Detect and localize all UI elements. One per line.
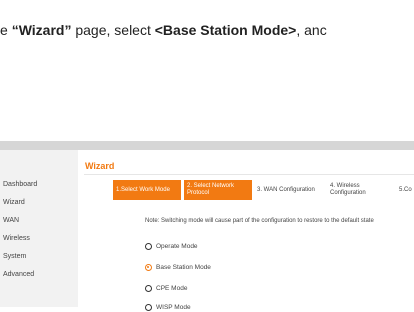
mode-option-label: Operate Mode — [156, 242, 198, 250]
step-wireless-configuration[interactable]: 4. Wireless Configuration — [330, 180, 390, 200]
sidebar-item-dashboard[interactable]: Dashboard — [3, 180, 37, 190]
sidebar-item-wireless[interactable]: Wireless — [3, 234, 30, 244]
sidebar: Dashboard Wizard WAN Wireless System Adv… — [0, 150, 78, 307]
mode-option-label: WISP Mode — [156, 303, 191, 311]
radio-unselected-icon[interactable] — [145, 242, 152, 250]
mode-switch-note: Note: Switching mode will cause part of … — [145, 218, 374, 224]
radio-unselected-icon[interactable] — [145, 303, 152, 311]
instruction-text: e “Wizard” page, select <Base Station Mo… — [0, 22, 414, 46]
instruction-middle: page, select — [71, 22, 155, 38]
mode-option-label: Base Station Mode — [156, 263, 211, 271]
step-select-work-mode[interactable]: 1.Select Work Mode — [113, 180, 181, 200]
title-divider — [84, 174, 414, 175]
sidebar-item-wizard[interactable]: Wizard — [3, 198, 25, 208]
mode-option-label: CPE Mode — [156, 284, 188, 292]
instruction-page-name: “Wizard” — [11, 22, 72, 38]
instruction-mode-name: <Base Station Mode> — [154, 22, 297, 38]
step-complete[interactable]: 5.Co — [399, 180, 414, 200]
instruction-suffix: , anc — [296, 22, 327, 38]
sidebar-item-wan[interactable]: WAN — [3, 216, 19, 226]
radio-unselected-icon[interactable] — [145, 284, 152, 292]
mode-option-cpe[interactable]: CPE Mode — [145, 283, 187, 293]
step-wan-configuration[interactable]: 3. WAN Configuration — [257, 180, 325, 200]
step-select-network-protocol[interactable]: 2. Select Network Protocol — [184, 180, 252, 200]
sidebar-item-system[interactable]: System — [3, 252, 26, 262]
radio-selected-icon[interactable] — [145, 263, 152, 271]
sidebar-item-advanced[interactable]: Advanced — [3, 270, 34, 280]
mode-option-base-station[interactable]: Base Station Mode — [145, 262, 211, 272]
top-bar — [0, 141, 414, 150]
page-title: Wizard — [85, 161, 115, 171]
mode-option-operate[interactable]: Operate Mode — [145, 241, 198, 251]
mode-option-wisp[interactable]: WISP Mode — [145, 302, 191, 312]
instruction-prefix: e — [0, 22, 12, 38]
